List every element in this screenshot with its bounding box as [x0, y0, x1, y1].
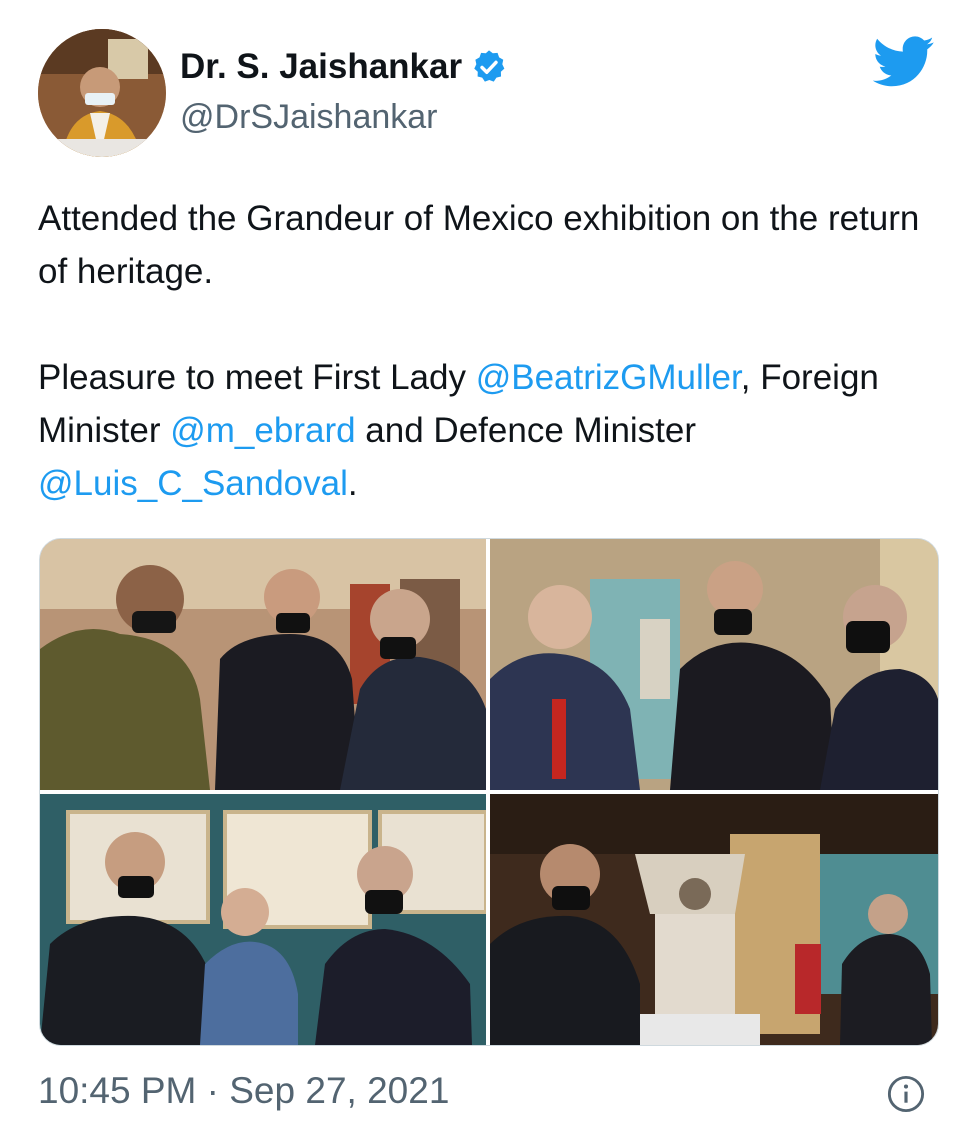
tweet-timestamp[interactable]: 10:45 PM · Sep 27, 2021 [38, 1070, 449, 1112]
avatar-image [38, 29, 166, 157]
media-divider-horizontal [40, 790, 938, 794]
twitter-bird-icon [873, 36, 934, 87]
tweet-text-segment: Pleasure to meet First Lady [38, 358, 476, 397]
info-icon[interactable] [887, 1075, 925, 1113]
tweet-text-segment: and Defence Minister [355, 411, 697, 450]
tweet-text-segment: . [347, 464, 358, 503]
mention-luis-c-sandoval[interactable]: @Luis_C_Sandoval [38, 464, 348, 503]
photo-3[interactable] [40, 794, 486, 1045]
photo-1[interactable] [40, 539, 486, 790]
tweet-paragraph-1: Attended the Grandeur of Mexico exhibiti… [38, 199, 920, 291]
mention-m-ebrard[interactable]: @m_ebrard [170, 411, 355, 450]
photo-4[interactable] [490, 794, 938, 1045]
tweet-text: Attended the Grandeur of Mexico exhibiti… [38, 192, 938, 510]
media-grid [39, 538, 939, 1046]
tweet-paragraph-2: Pleasure to meet First Lady @BeatrizGMul… [38, 351, 938, 510]
author-name-row: Dr. S. Jaishankar [180, 44, 508, 90]
author-handle[interactable]: @DrSJaishankar [180, 98, 438, 137]
verified-badge-icon [474, 50, 505, 82]
author-display-name[interactable]: Dr. S. Jaishankar [180, 47, 462, 87]
mention-beatrizgmuller[interactable]: @BeatrizGMuller [476, 358, 741, 397]
avatar[interactable] [38, 29, 166, 157]
photo-2[interactable] [490, 539, 938, 790]
